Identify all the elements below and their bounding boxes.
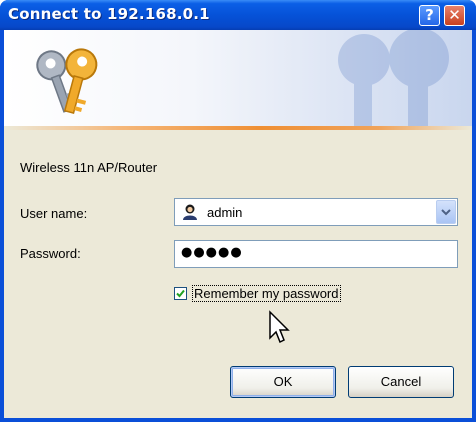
login-dialog: Connect to 192.168.0.1 ? ✕ Wireless 11n … [0,0,476,422]
ok-button[interactable]: OK [230,366,336,398]
title-bar[interactable]: Connect to 192.168.0.1 ? ✕ [0,0,476,30]
remember-label: Remember my password [192,285,341,302]
user-icon [183,204,197,220]
keys-icon [36,48,98,114]
username-label: User name: [20,206,88,221]
window-title: Connect to 192.168.0.1 [8,5,210,23]
close-icon: ✕ [448,6,461,24]
help-icon: ? [425,6,434,24]
password-value: ●●●●● [181,245,243,260]
remember-checkbox[interactable] [174,287,187,300]
realm-label: Wireless 11n AP/Router [20,160,158,175]
username-value: admin [207,205,243,220]
banner-divider [4,126,472,130]
chevron-down-icon [441,209,451,216]
username-combobox[interactable]: admin [174,198,458,226]
mouse-cursor-icon [269,310,290,344]
checkmark-icon [176,289,185,298]
password-field[interactable]: ●●●●● [174,240,458,268]
keys-watermark-icon [338,30,449,126]
password-label: Password: [20,246,81,261]
close-button[interactable]: ✕ [444,5,465,26]
cancel-button[interactable]: Cancel [348,366,454,398]
dialog-body: Wireless 11n AP/Router User name: admin … [4,30,472,418]
dropdown-button[interactable] [436,200,456,224]
help-button[interactable]: ? [419,5,440,26]
banner [4,30,472,126]
